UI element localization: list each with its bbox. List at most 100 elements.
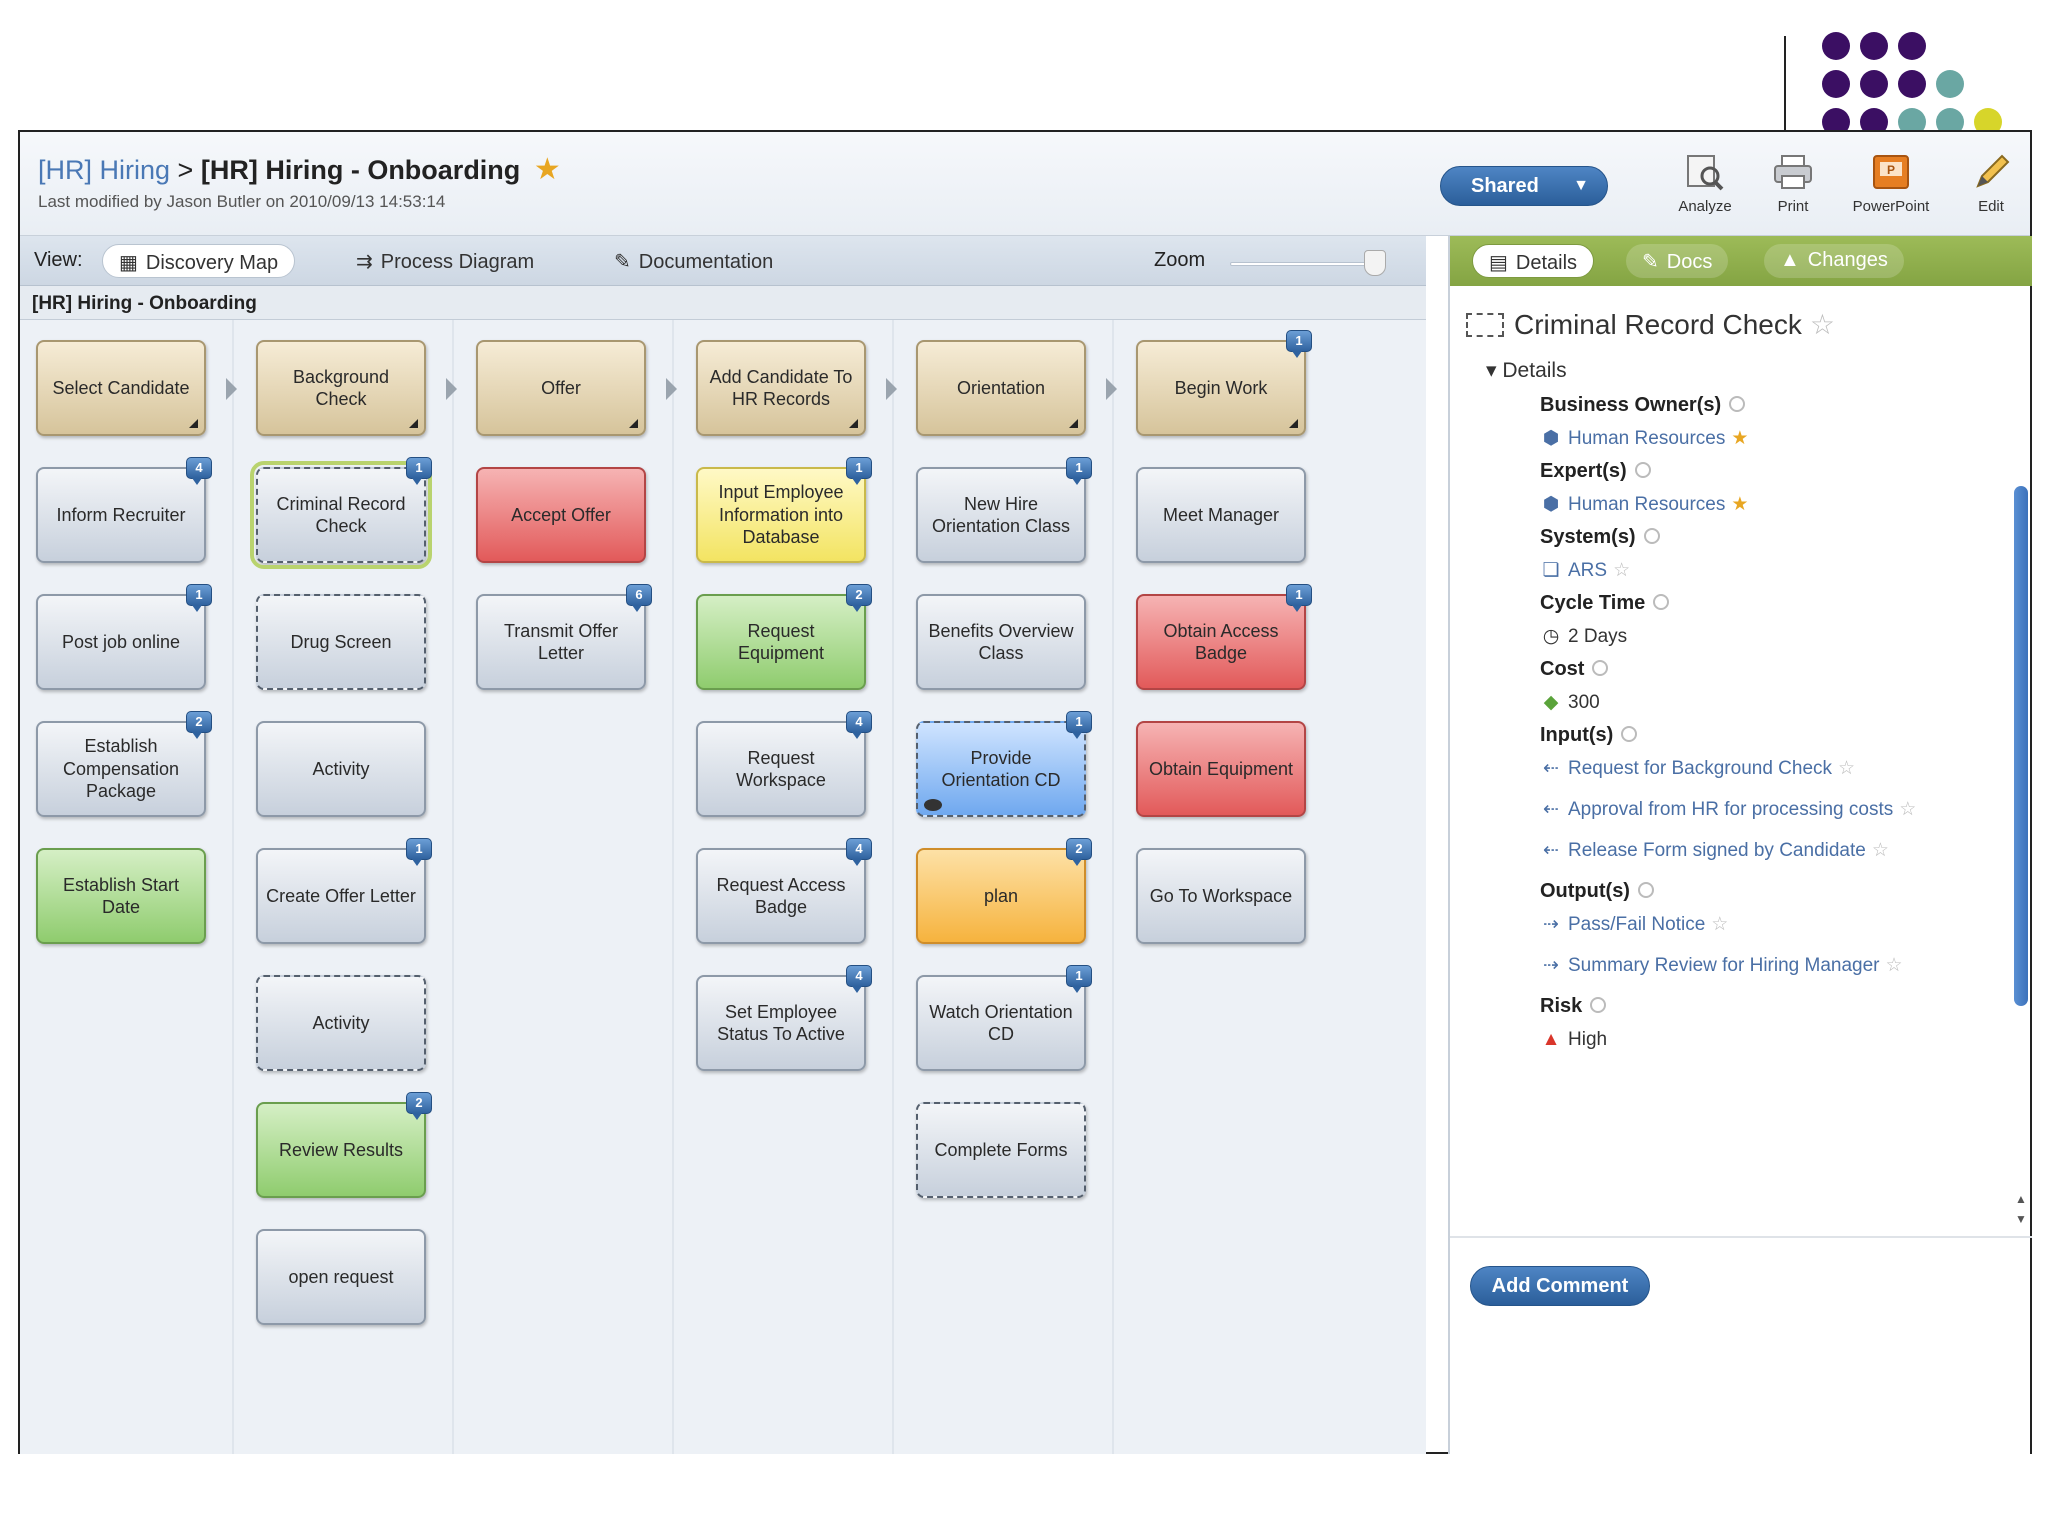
activity-label: Review Results (278, 1139, 404, 1160)
comment-count-badge[interactable]: 2 (1066, 838, 1092, 866)
activity-box[interactable]: Accept Offer (476, 467, 646, 563)
comment-count-badge[interactable]: 1 (1066, 711, 1092, 739)
comment-count-badge[interactable]: 2 (406, 1092, 432, 1120)
zoom-slider-track[interactable] (1230, 262, 1370, 266)
milestone-box[interactable]: Background Check (256, 340, 426, 436)
comment-count-badge[interactable]: 1 (406, 838, 432, 866)
milestone-box[interactable]: Add Candidate To HR Records (696, 340, 866, 436)
expand-corner-icon[interactable] (409, 419, 418, 428)
expand-corner-icon[interactable] (189, 419, 198, 428)
system-link[interactable]: ❏ ARS ☆ (1540, 560, 1630, 581)
star-icon: ★ (1731, 494, 1749, 515)
activity-box[interactable]: Request Equipment 2 (696, 584, 872, 690)
activity-box[interactable]: Provide Orientation CD 1 (916, 711, 1092, 817)
activity-box[interactable]: Obtain Access Badge 1 (1136, 584, 1312, 690)
activity-box[interactable]: Meet Manager (1136, 467, 1306, 563)
activity-box[interactable]: Watch Orientation CD 1 (916, 965, 1092, 1071)
flow-icon: ⇉ (356, 251, 373, 273)
expand-corner-icon[interactable] (1069, 419, 1078, 428)
scrollbar-thumb[interactable] (2014, 486, 2028, 1006)
favorite-star-icon[interactable]: ★ (534, 153, 561, 186)
analyze-button[interactable]: Analyze (1660, 152, 1750, 215)
comment-count-badge[interactable]: 4 (846, 711, 872, 739)
app-window: [HR] Hiring > [HR] Hiring - Onboarding ★… (18, 130, 2032, 1454)
input-arrow-icon: ⇠ (1543, 840, 1559, 861)
comment-count-badge[interactable]: 2 (846, 584, 872, 612)
expand-corner-icon[interactable] (629, 419, 638, 428)
activity-box[interactable]: Set Employee Status To Active 4 (696, 965, 872, 1071)
input-link[interactable]: ⇠ Approval from HR for processing costs ☆ (1540, 799, 1916, 820)
column-separator (452, 320, 454, 1454)
activity-box[interactable]: Transmit Offer Letter 6 (476, 584, 652, 690)
details-section-toggle[interactable]: ▾ Details (1486, 358, 1567, 383)
comment-count-badge[interactable]: 1 (1286, 330, 1312, 358)
activity-box[interactable]: open request (256, 1229, 426, 1325)
activity-box[interactable]: Drug Screen (256, 594, 426, 690)
comment-count-badge[interactable]: 1 (1286, 584, 1312, 612)
expand-corner-icon[interactable] (849, 419, 858, 428)
activity-box[interactable]: Establish Compensation Package 2 (36, 711, 212, 817)
zoom-slider-handle[interactable] (1364, 250, 1386, 276)
milestone-box[interactable]: Select Candidate (36, 340, 206, 436)
tab-process-diagram[interactable]: ⇉ Process Diagram (340, 244, 550, 278)
activity-box[interactable]: Activity (256, 721, 426, 817)
tab-changes[interactable]: ▲ Changes (1764, 244, 1904, 278)
favorite-star-icon[interactable]: ☆ (1810, 309, 1835, 340)
activity-box[interactable]: Criminal Record Check 1 (250, 457, 432, 569)
output-link[interactable]: ⇢ Summary Review for Hiring Manager ☆ (1540, 955, 1903, 976)
details-scrollbar[interactable]: ▲ ▼ (2012, 476, 2030, 1236)
activity-box[interactable]: Complete Forms (916, 1102, 1086, 1198)
comment-count-badge[interactable]: 4 (846, 965, 872, 993)
milestone-box[interactable]: Orientation (916, 340, 1086, 436)
activity-box[interactable]: Go To Workspace (1136, 848, 1306, 944)
comment-count-badge[interactable]: 6 (626, 584, 652, 612)
milestone-box[interactable]: Begin Work 1 (1136, 330, 1312, 436)
comment-count-badge[interactable]: 1 (186, 584, 212, 612)
business-owner-link[interactable]: ⬢ Human Resources ★ (1540, 428, 1749, 449)
comment-count-badge[interactable]: 1 (406, 457, 432, 485)
scroll-up-icon[interactable]: ▲ (2014, 1192, 2028, 1206)
activity-box[interactable]: Request Access Badge 4 (696, 838, 872, 944)
input-link[interactable]: ⇠ Request for Background Check ☆ (1540, 758, 1855, 779)
help-icon (1590, 997, 1607, 1013)
activity-box[interactable]: Review Results 2 (256, 1092, 432, 1198)
comment-count-badge[interactable]: 1 (1066, 457, 1092, 485)
tab-docs[interactable]: ✎ Docs (1626, 244, 1729, 278)
activity-box[interactable]: Create Offer Letter 1 (256, 838, 432, 944)
expand-corner-icon[interactable] (1289, 419, 1298, 428)
tab-details[interactable]: ▤ Details (1472, 244, 1595, 278)
add-comment-button[interactable]: Add Comment (1470, 1266, 1650, 1306)
activity-box[interactable]: Activity (256, 975, 426, 1071)
milestone-box[interactable]: Offer (476, 340, 646, 436)
outputs-label: Output(s) (1540, 880, 1654, 902)
activity-box[interactable]: Benefits Overview Class (916, 594, 1086, 690)
activity-box[interactable]: plan 2 (916, 838, 1092, 944)
map-title: [HR] Hiring - Onboarding (20, 286, 1426, 320)
edit-button[interactable]: Edit (1946, 152, 2036, 215)
output-link[interactable]: ⇢ Pass/Fail Notice ☆ (1540, 914, 1728, 935)
tab-label: Discovery Map (145, 252, 279, 274)
comment-count-badge[interactable]: 4 (846, 838, 872, 866)
activity-box[interactable]: Establish Start Date (36, 848, 206, 944)
powerpoint-button[interactable]: P PowerPoint (1846, 152, 1936, 215)
activity-box[interactable]: Inform Recruiter 4 (36, 457, 212, 563)
comment-count-badge[interactable]: 4 (186, 457, 212, 485)
activity-box[interactable]: Obtain Equipment (1136, 721, 1306, 817)
scroll-down-icon[interactable]: ▼ (2014, 1212, 2028, 1226)
print-button[interactable]: Print (1748, 152, 1838, 215)
comment-count-badge[interactable]: 1 (1066, 965, 1092, 993)
breadcrumb-parent-link[interactable]: [HR] Hiring (38, 155, 170, 185)
activity-box[interactable]: New Hire Orientation Class 1 (916, 457, 1092, 563)
tab-discovery-map[interactable]: ▦ Discovery Map (102, 244, 296, 278)
activity-box[interactable]: Input Employee Information into Database… (696, 457, 872, 563)
comment-count-badge[interactable]: 2 (186, 711, 212, 739)
input-link[interactable]: ⇠ Release Form signed by Candidate ☆ (1540, 840, 1889, 861)
shared-dropdown-button[interactable]: Shared ▼ (1440, 166, 1608, 206)
activity-box[interactable]: Post job online 1 (36, 584, 212, 690)
section-label: Details (1502, 359, 1567, 382)
tab-documentation[interactable]: ✎ Documentation (598, 244, 789, 278)
activity-label: Obtain Equipment (1148, 758, 1294, 779)
expert-link[interactable]: ⬢ Human Resources ★ (1540, 494, 1749, 515)
activity-box[interactable]: Request Workspace 4 (696, 711, 872, 817)
comment-count-badge[interactable]: 1 (846, 457, 872, 485)
